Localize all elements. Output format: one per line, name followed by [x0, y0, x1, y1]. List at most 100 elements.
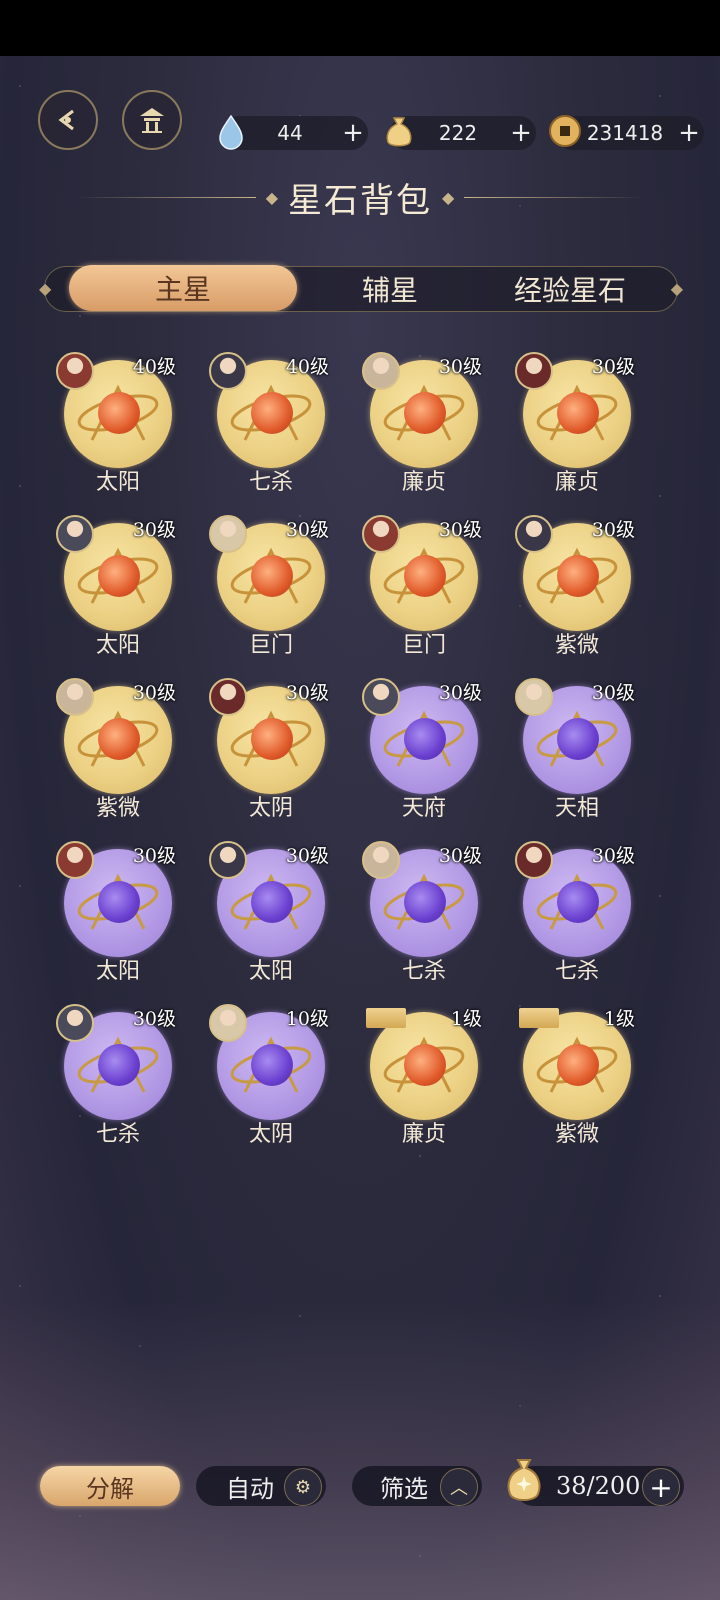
stone-name: 紫微 [95, 796, 140, 821]
chevron-up-icon[interactable]: ︿ [440, 1468, 478, 1506]
stone-level: 30级 [285, 682, 329, 704]
stone-name: 太阴 [248, 1122, 293, 1147]
star-stone-item[interactable]: 30级七杀 [358, 839, 488, 989]
star-stone-item[interactable]: 1级 紫微 [511, 1002, 641, 1152]
horizon-glow [0, 1300, 720, 1600]
back-arrow-icon [58, 109, 74, 131]
star-stone-item[interactable]: 30级 巨门 [358, 513, 488, 663]
stone-level: 30级 [591, 682, 635, 704]
water-drop-icon [219, 114, 243, 150]
pavilion-icon [140, 108, 164, 133]
decompose-button[interactable]: 分解 [40, 1466, 180, 1506]
stone-name: 廉贞 [554, 470, 599, 495]
star-gem-icon [404, 881, 446, 923]
star-gem-icon [251, 718, 293, 760]
character-avatar [56, 841, 94, 879]
filter-button[interactable]: 筛选 ︿ [352, 1466, 482, 1506]
stone-level: 30级 [285, 519, 329, 541]
star-stone-item[interactable]: 30级 廉贞 [358, 350, 488, 500]
tab-aux-star[interactable]: 辅星 [305, 267, 475, 311]
stone-level: 30级 [591, 519, 635, 541]
star-stone-item[interactable]: 30级 太阳 [52, 839, 182, 989]
back-button[interactable] [38, 90, 98, 150]
star-gem-icon [98, 392, 140, 434]
home-button[interactable] [122, 90, 182, 150]
currency-water-drop: 44 + [219, 114, 368, 150]
star-stone-item[interactable]: 40级 七杀 [205, 350, 335, 500]
character-avatar [362, 678, 400, 716]
star-stone-item[interactable]: 30级 天府 [358, 676, 488, 826]
star-gem-icon [557, 555, 599, 597]
stone-name: 七杀 [401, 959, 446, 984]
star-stone-item[interactable]: 30级 七杀 [52, 1002, 182, 1152]
filter-label: 筛选 [380, 1474, 428, 1503]
money-bag-icon [386, 117, 412, 147]
stone-name: 巨门 [248, 633, 293, 658]
new-tag-icon [519, 1008, 559, 1028]
stone-name: 太阳 [95, 470, 140, 495]
star-gem-icon [404, 718, 446, 760]
page-title: 星石背包 [288, 180, 432, 221]
expand-capacity-button[interactable]: + [642, 1468, 680, 1506]
status-bar [0, 0, 720, 56]
stone-level: 30级 [132, 845, 176, 867]
add-money-bag-button[interactable]: + [506, 118, 536, 148]
star-stone-item[interactable]: 30级天相 [511, 676, 641, 826]
tab-exp-stone[interactable]: 经验星石 [465, 267, 675, 311]
star-stone-item[interactable]: 40级太阳 [52, 350, 182, 500]
star-stone-item[interactable]: 30级 廉贞 [511, 350, 641, 500]
star-gem-icon [557, 718, 599, 760]
storage-bag-icon [507, 1459, 541, 1501]
star-gem-icon [98, 881, 140, 923]
add-water-drop-button[interactable]: + [338, 118, 368, 148]
add-coin-button[interactable]: + [674, 118, 704, 148]
tab-bar: ◆ 主星 辅星 经验星石 ◆ [39, 265, 683, 312]
title-divider-left [75, 196, 256, 198]
title-row: ◆ 星石背包 ◆ [0, 172, 720, 222]
stone-level: 30级 [132, 519, 176, 541]
stone-level: 40级 [132, 356, 176, 378]
star-gem-icon [557, 1044, 599, 1086]
star-stone-item[interactable]: 30级巨门 [205, 513, 335, 663]
character-avatar [209, 841, 247, 879]
auto-label: 自动 [226, 1474, 274, 1503]
star-gem-icon [251, 392, 293, 434]
stone-level: 1级 [450, 1008, 482, 1030]
bag-capacity: 38/200 + [507, 1459, 684, 1506]
star-gem-icon [98, 1044, 140, 1086]
star-stone-item[interactable]: 30级紫微 [52, 676, 182, 826]
new-tag-icon [366, 1008, 406, 1028]
gear-icon[interactable]: ⚙ [284, 1468, 322, 1506]
stone-level: 30级 [591, 845, 635, 867]
stone-name: 紫微 [554, 633, 599, 658]
character-avatar [515, 678, 553, 716]
stone-level: 1级 [603, 1008, 635, 1030]
star-stone-item[interactable]: 30级太阳 [52, 513, 182, 663]
stone-level: 30级 [132, 1008, 176, 1030]
star-stone-item[interactable]: 30级 七杀 [511, 839, 641, 989]
character-avatar [362, 841, 400, 879]
stone-name: 廉贞 [401, 1122, 446, 1147]
stone-level: 10级 [285, 1008, 329, 1030]
character-avatar [362, 352, 400, 390]
title-divider-right [464, 196, 645, 198]
auto-button[interactable]: 自动 ⚙ [196, 1466, 326, 1506]
star-stone-item[interactable]: 30级 太阳 [205, 839, 335, 989]
stone-name: 太阴 [248, 796, 293, 821]
star-gem-icon [98, 718, 140, 760]
stone-level: 30级 [438, 519, 482, 541]
star-gem-icon [557, 392, 599, 434]
stone-level: 30级 [285, 845, 329, 867]
stone-name: 太阳 [95, 633, 140, 658]
stone-name: 七杀 [248, 470, 293, 495]
star-stone-item[interactable]: 10级太阴 [205, 1002, 335, 1152]
stone-level: 30级 [132, 682, 176, 704]
character-avatar [515, 841, 553, 879]
stone-level: 30级 [438, 845, 482, 867]
star-stone-item[interactable]: 30级太阴 [205, 676, 335, 826]
star-stone-item[interactable]: 1级廉贞 [358, 1002, 488, 1152]
star-stone-item[interactable]: 30级紫微 [511, 513, 641, 663]
stone-name: 天相 [554, 796, 599, 821]
tab-bar-ornament-icon: ◆ [39, 279, 52, 298]
tab-main-star[interactable]: 主星 [69, 265, 297, 311]
